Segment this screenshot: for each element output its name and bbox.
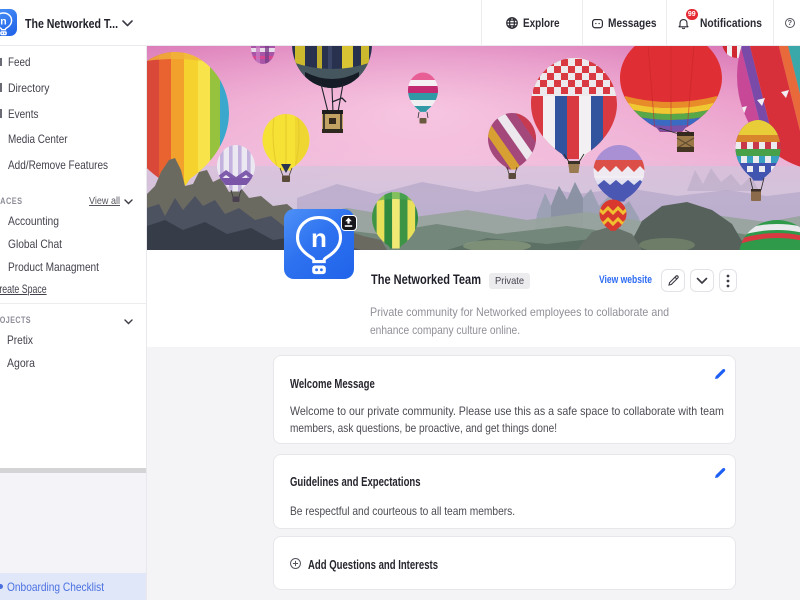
svg-text:n: n	[311, 223, 327, 253]
svg-text:n: n	[0, 15, 6, 27]
